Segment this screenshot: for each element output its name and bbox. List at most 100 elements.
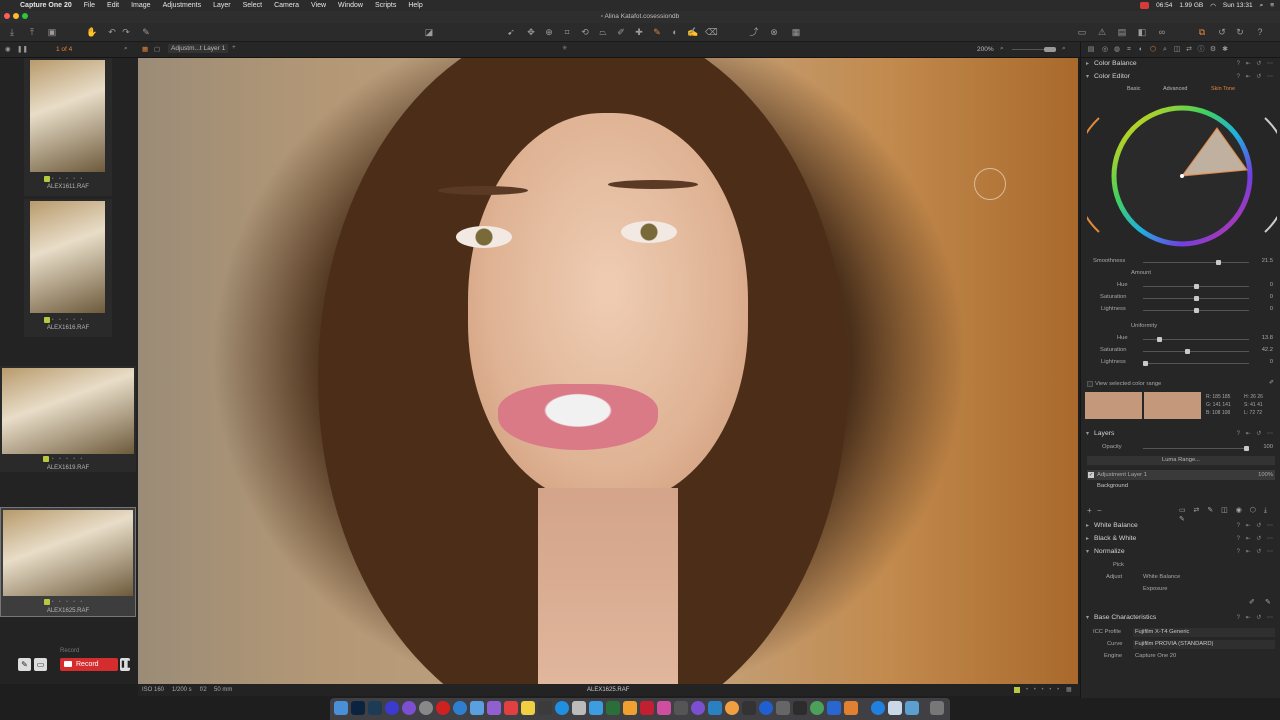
crop-tool-icon[interactable]: ⌗ — [561, 26, 573, 38]
icc-profile-dropdown[interactable]: Fujifilm X-T4 Generic — [1133, 628, 1275, 637]
telegram-icon[interactable] — [555, 701, 569, 715]
undo-icon[interactable]: ↶ — [106, 26, 118, 38]
section-controls[interactable]: ? ⇤ ↺ ⋯ — [1237, 60, 1275, 67]
import-icon[interactable]: ⤓ — [6, 26, 18, 38]
expand-arrow-icon[interactable]: ▸ — [1086, 535, 1089, 542]
layer-name[interactable]: Background — [1097, 481, 1128, 491]
slider-knob[interactable] — [1185, 349, 1191, 354]
firefox-icon[interactable] — [844, 701, 858, 715]
select-tool-icon[interactable]: ➹ — [505, 26, 517, 38]
capture-tab-icon[interactable]: ◎ — [1099, 44, 1111, 56]
redo-icon[interactable]: ↷ — [120, 26, 132, 38]
help-icon[interactable]: ? — [1254, 26, 1266, 38]
pause-icon[interactable]: ❚❚ — [17, 45, 28, 53]
grid-icon[interactable]: ▦ — [1066, 686, 1072, 693]
opacity-slider[interactable] — [1143, 446, 1249, 451]
menu-help[interactable]: Help — [402, 2, 428, 9]
uniformity-saturation-value[interactable]: 42.2 — [1253, 347, 1273, 353]
clock[interactable]: Sun 13:31 — [1223, 2, 1253, 9]
amount-lightness-slider[interactable] — [1143, 308, 1249, 313]
smoothness-value[interactable]: 21.5 — [1253, 258, 1273, 264]
section-controls[interactable]: ? ⇤ ↺ ⋯ — [1237, 430, 1275, 437]
color-tab-icon[interactable]: ⬡ — [1147, 44, 1159, 56]
finder-icon[interactable] — [334, 701, 348, 715]
opera-icon[interactable] — [436, 701, 450, 715]
photoshop-icon[interactable] — [351, 701, 365, 715]
menu-image[interactable]: Image — [125, 2, 156, 9]
menu-adjustments[interactable]: Adjustments — [157, 2, 208, 9]
uniformity-hue-value[interactable]: 13.8 — [1253, 335, 1273, 341]
layer-row[interactable]: ✓ Adjustment Layer 1 100% — [1087, 470, 1275, 480]
hand-icon[interactable]: ✋ — [86, 26, 98, 38]
lightroom-icon[interactable] — [368, 701, 382, 715]
thumbnail-selected[interactable]: • • • • • ALEX1625.RAF — [0, 507, 136, 617]
uniformity-saturation-slider[interactable] — [1143, 349, 1249, 354]
pages-icon[interactable] — [623, 701, 637, 715]
slider-knob[interactable] — [1193, 284, 1199, 289]
zoom-slider-knob[interactable] — [1044, 47, 1056, 52]
rocket-icon[interactable] — [419, 701, 433, 715]
search-icon[interactable]: ⌕ — [124, 45, 128, 53]
numbers-icon[interactable] — [606, 701, 620, 715]
rotate-tool-icon[interactable]: ⟲ — [579, 26, 591, 38]
uniformity-lightness-value[interactable]: 0 — [1253, 359, 1273, 365]
amount-saturation-value[interactable]: 0 — [1253, 294, 1273, 300]
exposure-warning-icon[interactable]: ⚠ — [1096, 26, 1108, 38]
pan-tool-icon[interactable]: ✥ — [525, 26, 537, 38]
slider-knob[interactable] — [1215, 260, 1221, 265]
brush-icon[interactable]: ✎ — [140, 26, 152, 38]
tab-skin-tone[interactable]: Skin Tone — [1211, 86, 1235, 92]
add-layer-icon[interactable]: + — [232, 44, 236, 51]
bluetooth-icon[interactable] — [759, 701, 773, 715]
grid-icon[interactable]: ▦ — [790, 26, 802, 38]
auto-adjust-icon[interactable]: ◪ — [423, 26, 435, 38]
luma-range-button[interactable]: Luma Range... — [1087, 456, 1275, 465]
terminal-icon[interactable] — [742, 701, 756, 715]
single-view-icon[interactable]: ▢ — [154, 45, 160, 53]
activity-icon[interactable] — [776, 701, 790, 715]
xcode-icon[interactable] — [708, 701, 722, 715]
notes-icon[interactable] — [521, 701, 535, 715]
black-white-header[interactable]: ▸ Black & White ? ⇤ ↺ ⋯ — [1081, 535, 1280, 545]
opacity-value[interactable]: 100 — [1253, 444, 1273, 450]
thumbnail[interactable]: • • • • • ALEX1616.RAF — [24, 199, 112, 337]
calendar-icon[interactable] — [504, 701, 518, 715]
reminders-icon[interactable] — [538, 701, 552, 715]
menu-edit[interactable]: Edit — [101, 2, 125, 9]
screen-record-icon[interactable] — [1140, 2, 1150, 9]
close-window-button[interactable] — [4, 13, 10, 19]
documents-folder-icon[interactable] — [905, 701, 919, 715]
vlc-icon[interactable] — [725, 701, 739, 715]
focus-mask-icon[interactable]: ◧ — [1136, 26, 1148, 38]
apply-color-icon[interactable]: ✎ — [1265, 598, 1271, 606]
zoom-app-icon[interactable] — [827, 701, 841, 715]
uniformity-lightness-slider[interactable] — [1143, 361, 1249, 366]
collapse-arrow-icon[interactable]: ▾ — [1086, 548, 1089, 555]
add-layer-icon[interactable]: + — [1087, 506, 1092, 515]
normalize-header[interactable]: ▾ Normalize ? ⇤ ↺ ⋯ — [1081, 548, 1280, 558]
adjust-white-balance[interactable]: White Balance — [1143, 574, 1180, 580]
thumbnail-image[interactable] — [2, 368, 134, 454]
thumbnail[interactable]: • • • • • ALEX1611.RAF — [24, 58, 112, 196]
downloads-icon[interactable] — [871, 701, 885, 715]
adjustments-tab-icon[interactable]: ⇄ — [1183, 44, 1195, 56]
keystone-tool-icon[interactable]: ⏢ — [597, 26, 609, 38]
star-rating[interactable]: • • • • • — [1026, 687, 1061, 693]
menu-window[interactable]: Window — [332, 2, 369, 9]
section-controls[interactable]: ? ⇤ ↺ ⋯ — [1237, 614, 1275, 621]
batch-tab-icon[interactable]: ✱ — [1219, 44, 1231, 56]
pencil-icon[interactable]: ✎ — [18, 658, 31, 671]
x-app-icon[interactable] — [793, 701, 807, 715]
local-tab-icon[interactable]: ◫ — [1171, 44, 1183, 56]
section-controls[interactable]: ? ⇤ ↺ ⋯ — [1237, 73, 1275, 80]
minimize-window-button[interactable] — [13, 13, 19, 19]
amount-lightness-value[interactable]: 0 — [1253, 306, 1273, 312]
launcher-icon[interactable] — [402, 701, 416, 715]
thumbnail-image[interactable] — [3, 510, 133, 596]
safari-icon[interactable] — [453, 701, 467, 715]
amount-saturation-slider[interactable] — [1143, 296, 1249, 301]
viber-icon[interactable] — [691, 701, 705, 715]
folder-icon[interactable] — [888, 701, 902, 715]
menu-scripts[interactable]: Scripts — [369, 2, 402, 9]
pause-icon[interactable]: ❚❚ — [120, 658, 132, 671]
